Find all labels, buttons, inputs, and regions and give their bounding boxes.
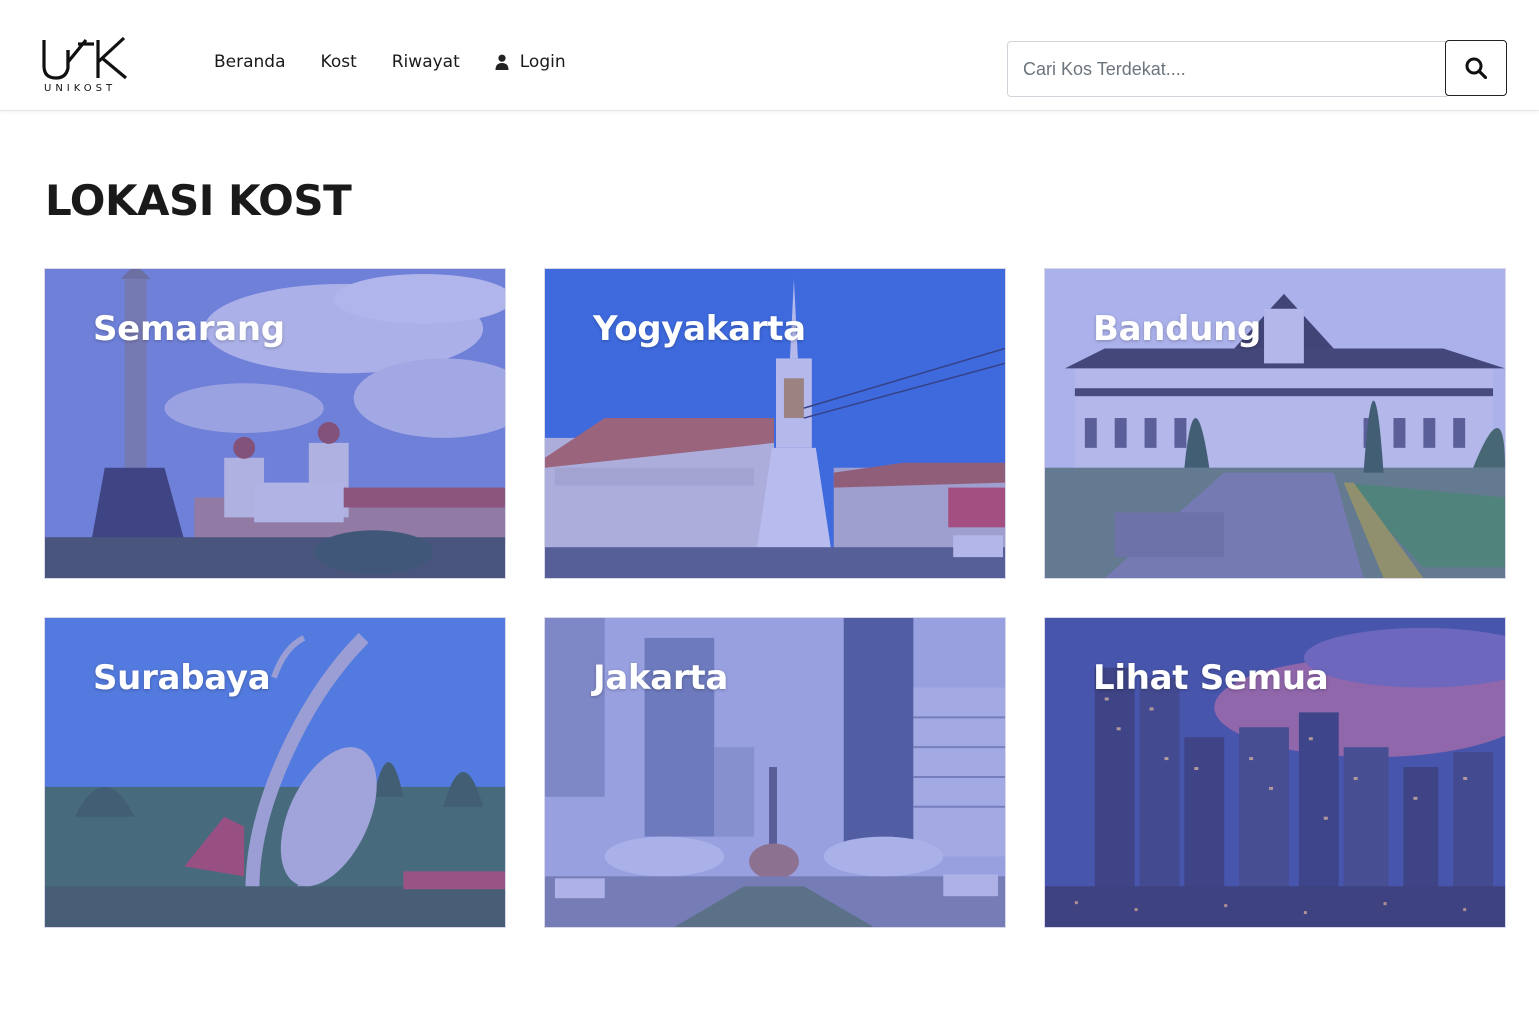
nav-label: Login xyxy=(519,52,566,72)
logo-mark-icon xyxy=(42,36,128,80)
location-label: Surabaya xyxy=(93,658,271,698)
search-button[interactable] xyxy=(1445,40,1507,96)
location-card-lihat-semua[interactable]: Lihat Semua xyxy=(1044,617,1506,928)
nav-label: Beranda xyxy=(214,52,286,72)
location-card-yogyakarta[interactable]: Yogyakarta xyxy=(544,268,1006,579)
location-label: Lihat Semua xyxy=(1093,658,1329,698)
location-label: Yogyakarta xyxy=(593,309,806,349)
nav-item-riwayat[interactable]: Riwayat xyxy=(392,52,460,72)
navbar: UNIKOST Beranda Kost Riwayat Login xyxy=(0,0,1539,111)
location-label: Jakarta xyxy=(593,658,729,698)
nav-item-kost[interactable]: Kost xyxy=(321,52,357,72)
location-card-surabaya[interactable]: Surabaya xyxy=(44,617,506,928)
nav-item-login[interactable]: Login xyxy=(495,52,566,72)
search-bar xyxy=(1007,40,1507,97)
logo-text: UNIKOST xyxy=(44,83,117,94)
location-label: Semarang xyxy=(93,309,285,349)
nav-item-beranda[interactable]: Beranda xyxy=(214,52,286,72)
page-title: LOKASI KOST xyxy=(45,176,352,225)
location-label: Bandung xyxy=(1093,309,1262,349)
unikost-logo[interactable]: UNIKOST xyxy=(42,36,132,96)
search-icon xyxy=(1465,57,1487,79)
nav-label: Kost xyxy=(320,52,357,72)
main-nav: Beranda Kost Riwayat Login xyxy=(214,52,601,72)
location-card-bandung[interactable]: Bandung xyxy=(1044,268,1506,579)
location-card-semarang[interactable]: Semarang xyxy=(44,268,506,579)
nav-label: Riwayat xyxy=(391,52,460,72)
user-icon xyxy=(495,54,509,70)
location-card-jakarta[interactable]: Jakarta xyxy=(544,617,1006,928)
search-input[interactable] xyxy=(1007,41,1447,97)
